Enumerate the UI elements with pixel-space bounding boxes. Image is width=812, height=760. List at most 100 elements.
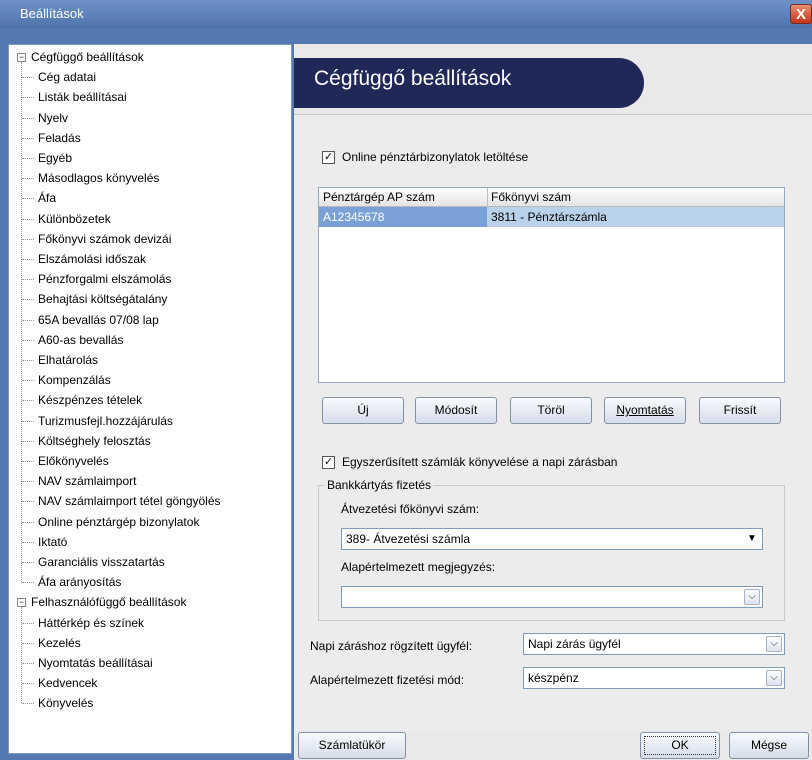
column-header-ap-number[interactable]: Pénztárgép AP szám xyxy=(323,190,435,204)
tree-item[interactable]: Kezelés xyxy=(36,633,83,653)
window-title: Beállítások xyxy=(20,6,84,21)
cell-ap-number[interactable]: A12345678 xyxy=(323,210,384,224)
tree-item[interactable]: Háttérkép és színek xyxy=(36,613,146,633)
tree-item-label: 65A bevallás 07/08 lap xyxy=(38,312,159,327)
settings-tree[interactable]: − Cégfüggő beállítások Cég adatai Listák be… xyxy=(8,44,292,754)
tree-item[interactable]: Cég adatai xyxy=(36,67,98,87)
chevron-down-icon[interactable]: ⌵ xyxy=(766,670,782,686)
tree-item[interactable]: Listák beállításai xyxy=(36,87,129,107)
chevron-down-icon[interactable]: ⌵ xyxy=(766,636,782,652)
default-comment-select[interactable]: ⌵ xyxy=(341,586,763,608)
tree-item[interactable]: Áfa xyxy=(36,188,58,208)
triangle-down-icon[interactable]: ▼ xyxy=(744,531,760,547)
cancel-button[interactable]: Mégse xyxy=(729,732,809,759)
tree-group[interactable]: Felhasználófüggő beállítások xyxy=(29,592,188,612)
tree-item[interactable]: NAV számlaimport tétel göngyölés xyxy=(36,491,223,511)
chevron-down-icon[interactable]: ⌵ xyxy=(744,589,760,605)
column-header-ledger-account[interactable]: Főkönyvi szám xyxy=(491,190,571,204)
tree-connector xyxy=(21,62,22,583)
tree-connector xyxy=(22,521,34,523)
daily-client-label: Napi záráshoz rögzített ügyfél: xyxy=(310,639,473,653)
tree-expander-icon[interactable]: − xyxy=(17,598,26,608)
tree-item[interactable]: Különbözetek xyxy=(36,209,113,229)
ok-button[interactable]: OK xyxy=(640,732,720,759)
column-separator[interactable] xyxy=(487,188,488,206)
transfer-account-value: 389- Átvezetési számla xyxy=(346,532,471,546)
tree-item[interactable]: Elhatárolás xyxy=(36,350,100,370)
tree-connector xyxy=(22,703,34,705)
tree-item[interactable]: Főkönyvi számok devizái xyxy=(36,229,173,249)
tree-item[interactable]: Készpénzes tételek xyxy=(36,390,144,410)
tree-item[interactable]: Elszámolási időszak xyxy=(36,249,148,269)
tree-expander-icon[interactable]: − xyxy=(17,53,26,62)
daily-client-select[interactable]: Napi zárás ügyfél ⌵ xyxy=(523,633,785,655)
tree-item[interactable]: 65A bevallás 07/08 lap xyxy=(36,310,161,330)
tree-item-label: Feladás xyxy=(38,130,81,145)
transfer-account-label: Átvezetési főkönyvi szám: xyxy=(341,502,480,516)
tree-item[interactable]: NAV számlaimport xyxy=(36,471,138,491)
online-download-checkbox[interactable]: ✓ xyxy=(322,151,335,164)
settings-window: Beállítások X − Cégfüggő beállítások Cég a… xyxy=(0,0,812,760)
tree-item-label: Garanciális visszatartás xyxy=(38,555,165,569)
tree-connector xyxy=(22,663,34,664)
print-button[interactable]: Nyomtatás xyxy=(604,397,686,424)
tree-item[interactable]: Könyvelés xyxy=(36,693,95,713)
tree-group[interactable]: Cégfüggő beállítások xyxy=(29,47,146,67)
payment-mode-select[interactable]: készpénz ⌵ xyxy=(523,667,785,689)
tree-connector xyxy=(22,562,34,563)
tree-connector xyxy=(22,440,34,442)
transfer-account-select[interactable]: 389- Átvezetési számla ▼ xyxy=(341,528,763,550)
tree-item[interactable]: Pénzforgalmi elszámolás xyxy=(36,269,173,289)
edit-button[interactable]: Módosít xyxy=(415,397,497,424)
tree-item[interactable]: Előkönyvelés xyxy=(36,451,111,471)
simplified-invoices-checkbox[interactable]: ✓ xyxy=(322,456,335,469)
table-row[interactable]: A12345678 3811 - Pénztárszámla xyxy=(319,207,784,227)
tree-item[interactable]: Online pénztárgép bizonylatok xyxy=(36,512,202,532)
tree-item-label: Nyelv xyxy=(38,110,69,125)
cash-register-grid[interactable]: Pénztárgép AP szám Főkönyvi szám A123456… xyxy=(318,187,785,383)
chart-of-accounts-button[interactable]: Számlatükör xyxy=(298,732,406,759)
tree-item-label: Elszámolási időszak xyxy=(38,252,147,266)
page-header: Cégfüggő beállítások xyxy=(294,58,644,108)
tree-item-label: Online pénztárgép bizonylatok xyxy=(36,514,202,529)
tree-item-label: Különbözetek xyxy=(38,211,111,226)
close-button[interactable]: X xyxy=(790,4,812,24)
grid-header: Pénztárgép AP szám Főkönyvi szám xyxy=(319,188,784,207)
tree-item-label: Behajtási költségátalány xyxy=(38,292,168,307)
tree-item[interactable]: Iktató xyxy=(36,532,69,552)
close-icon: X xyxy=(795,6,806,23)
tree-item[interactable]: Áfa arányosítás xyxy=(36,572,123,592)
tree-item[interactable]: Költséghely felosztás xyxy=(36,431,153,451)
simplified-invoices-label[interactable]: Egyszerűsített számlák könyvelése a napi… xyxy=(342,455,617,469)
tree-item[interactable]: Feladás xyxy=(36,128,83,148)
tree-item[interactable]: Másodlagos könyvelés xyxy=(36,168,161,188)
refresh-button[interactable]: Frissít xyxy=(699,397,781,424)
tree-item[interactable]: Kompenzálás xyxy=(36,370,113,390)
tree-item[interactable]: A60-as bevallás xyxy=(36,330,125,350)
tree-item[interactable]: Egyéb xyxy=(36,148,74,168)
online-download-label[interactable]: Online pénztárbizonylatok letöltése xyxy=(342,150,528,164)
new-button[interactable]: Új xyxy=(322,397,404,424)
tree-connector xyxy=(22,137,34,139)
delete-button[interactable]: Töröl xyxy=(510,397,592,424)
tree-connector xyxy=(22,218,34,220)
tree-item[interactable]: Turizmusfejl.hozzájárulás xyxy=(36,411,175,431)
content-area: ✓ Online pénztárbizonylatok letöltése Pé… xyxy=(294,114,812,731)
title-bar[interactable]: Beállítások X xyxy=(0,0,812,28)
tree-item[interactable]: Garanciális visszatartás xyxy=(36,552,167,572)
payment-mode-label: Alapértelmezett fizetési mód: xyxy=(310,673,465,687)
cell-ledger-account[interactable]: 3811 - Pénztárszámla xyxy=(491,210,607,224)
tree-item-label: Egyéb xyxy=(38,151,73,165)
tree-connector xyxy=(22,541,34,543)
tree-item[interactable]: Nyomtatás beállításai xyxy=(36,653,155,673)
tree-item[interactable]: Behajtási költségátalány xyxy=(36,289,169,309)
tree-item-label: A60-as bevallás xyxy=(38,332,124,347)
tree-item[interactable]: Kedvencek xyxy=(36,673,99,693)
tree-connector xyxy=(22,400,34,402)
tree-item-label: Készpénzes tételek xyxy=(38,393,143,408)
tree-connector xyxy=(22,279,34,281)
tree-item-label: Nyomtatás beállításai xyxy=(38,656,153,670)
tree-connector xyxy=(22,238,34,240)
tree-item[interactable]: Nyelv xyxy=(36,108,70,128)
tree-connector xyxy=(22,461,34,462)
